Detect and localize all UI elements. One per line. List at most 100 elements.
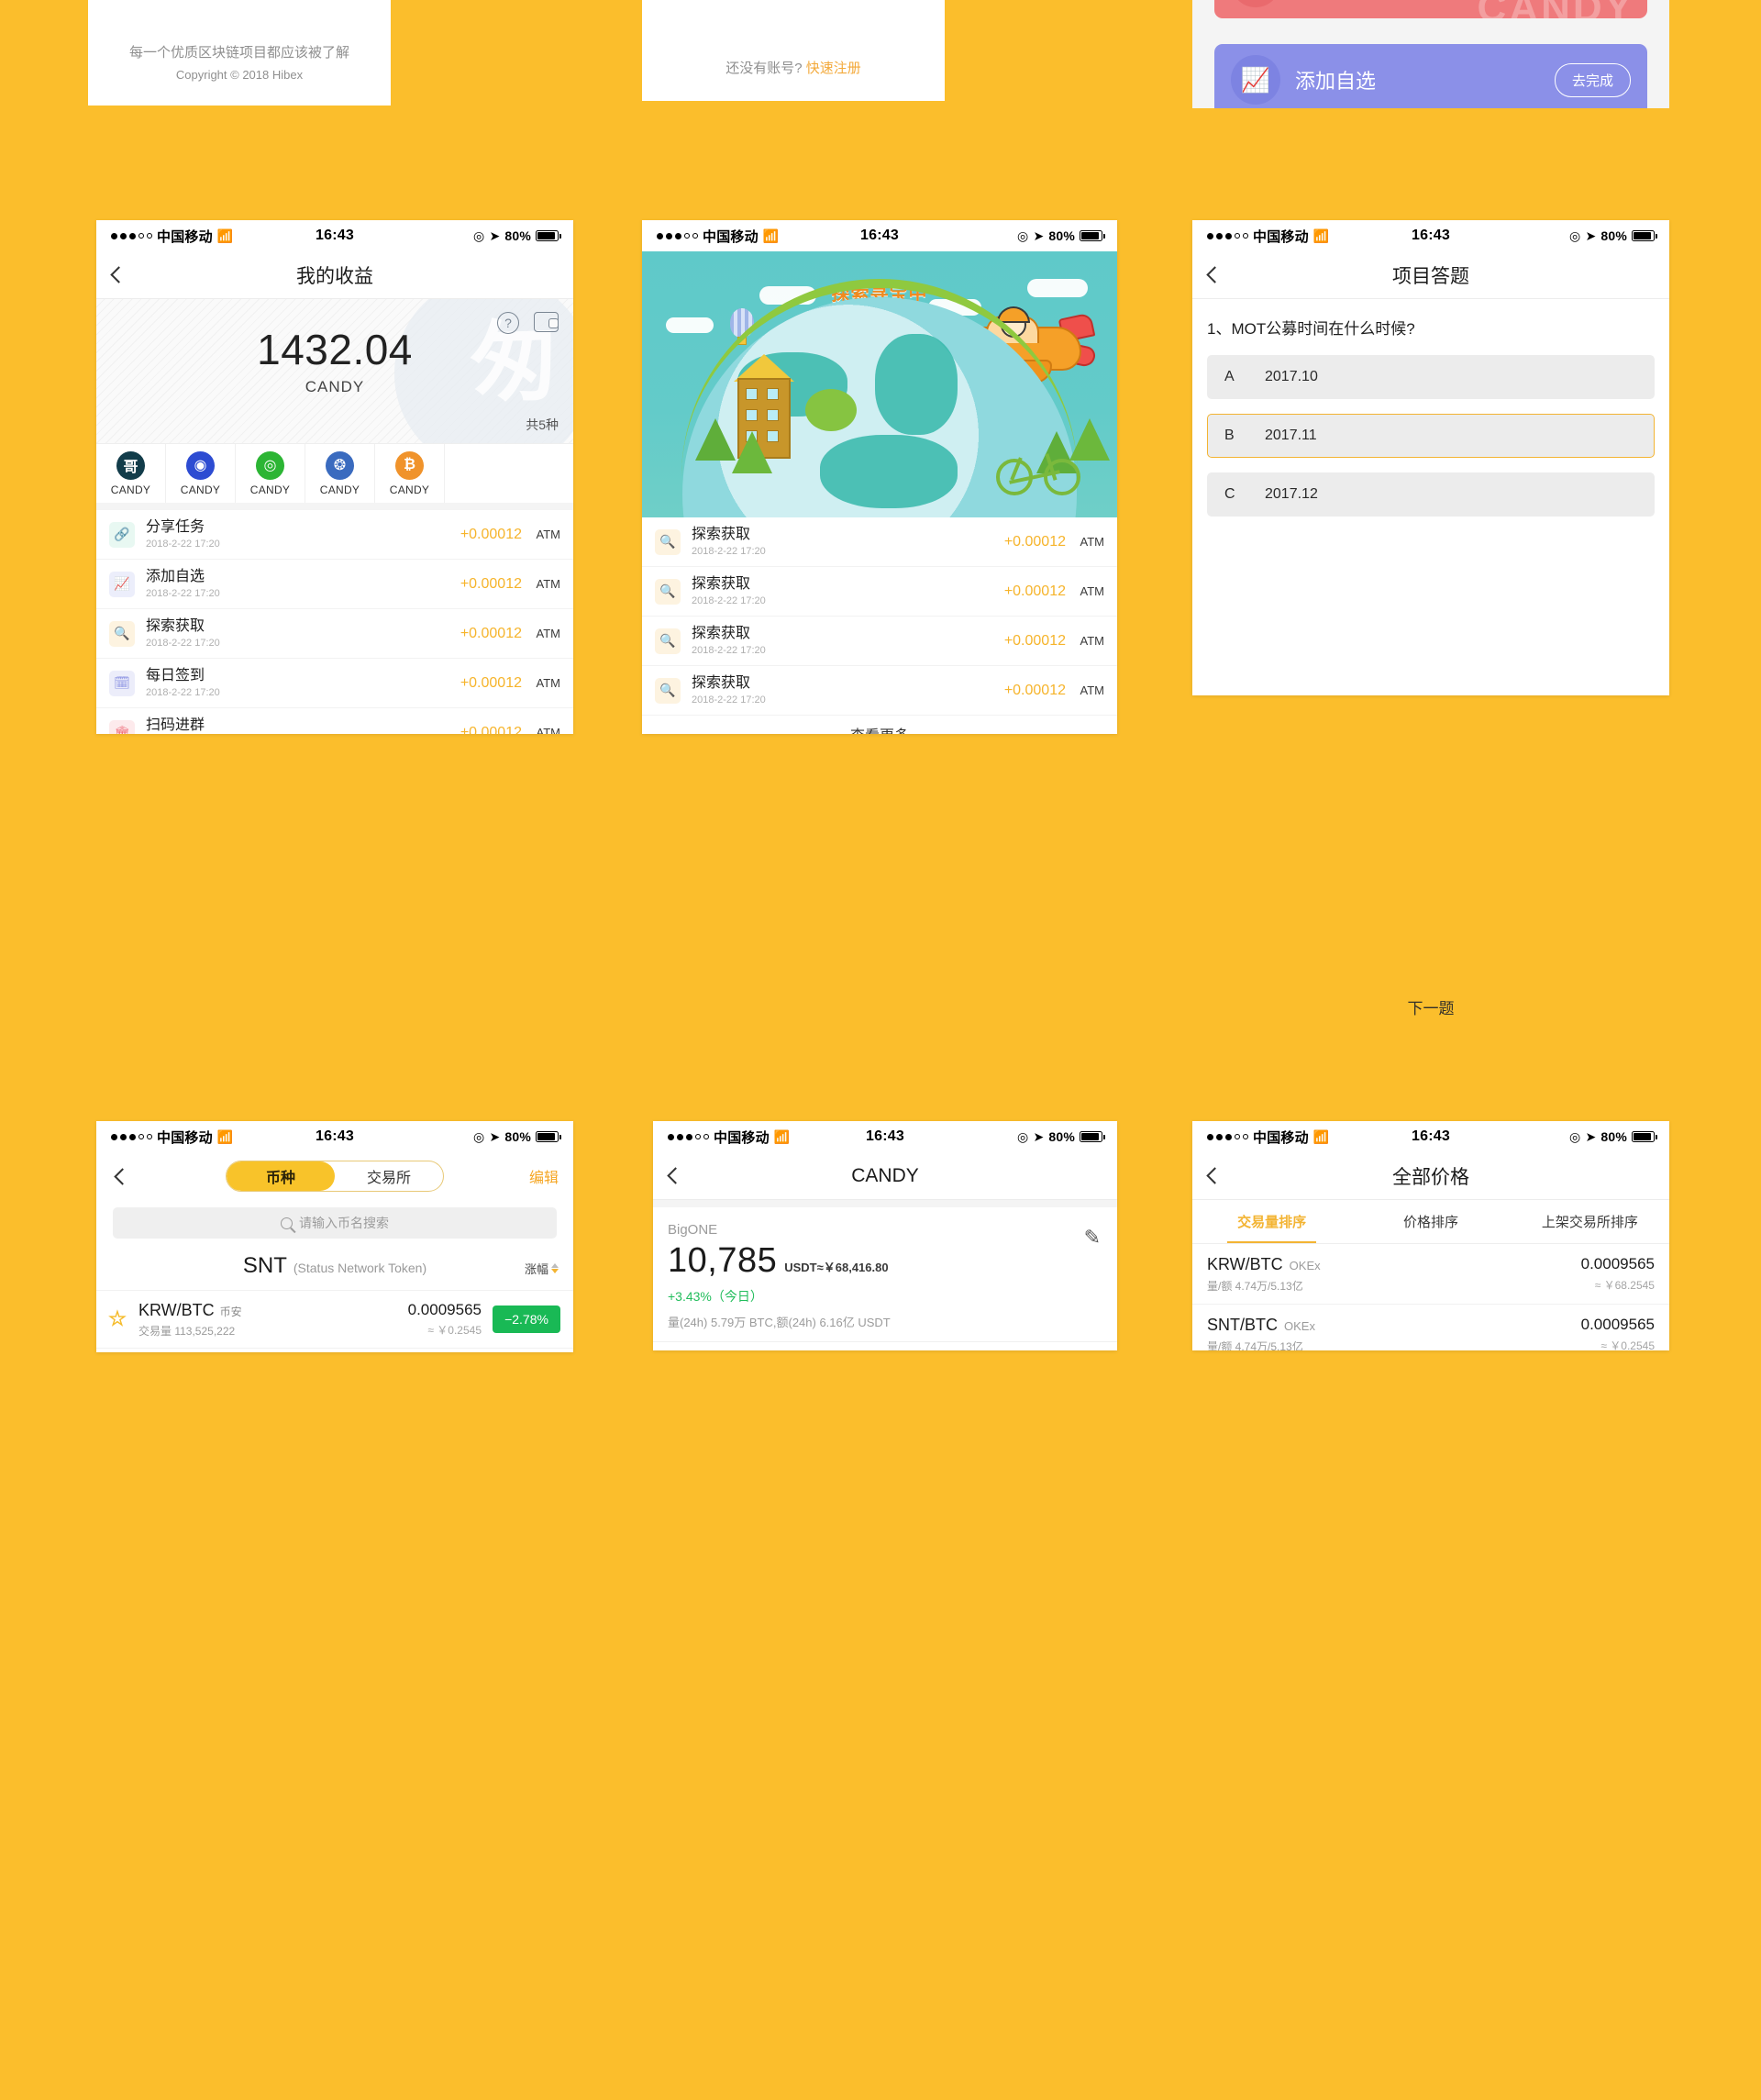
coin-chip[interactable]: ◎ CANDY [236,444,305,503]
task-row[interactable]: 🏛扫码进群2018-2-22 17:20+0.00012ATM [96,708,573,734]
segmented-control[interactable]: 币种 交易所 [226,1161,444,1192]
footer-copyright: Copyright © 2018 Hibex [175,68,304,82]
chart-note-icon: 📈 [109,571,135,597]
back-button[interactable] [653,1167,697,1184]
quiz-option-a[interactable]: A 2017.10 [1207,355,1655,399]
segment-exchange[interactable]: 交易所 [335,1161,443,1191]
back-button[interactable] [1192,1167,1236,1184]
exchange-label: 币安 [219,1305,242,1318]
back-button[interactable] [96,266,140,283]
signal-dots-icon [111,232,152,239]
signal-dots-icon [1207,232,1248,239]
carrier-label: 中国移动 [714,1129,770,1146]
price-row[interactable]: SNT/BTC OKEx 量/额 4.74万/5.13亿 0.0009565 ≈ ￥0.… [1192,1305,1669,1350]
quiz-option-c[interactable]: C 2017.12 [1207,472,1655,517]
explore-record-row[interactable]: 🔍 探索获取 2018-2-22 17:20 +0.00012 ATM [642,666,1117,716]
quiz-screen: 中国移动 📶 16:43 ◎ ➤ 80% 项目答题 1、MOT公募时间在什么时候… [1192,220,1669,695]
task-name: 分享任务 [146,518,205,535]
coin-label: CANDY [319,483,360,496]
chart-note-icon: 📈 [1231,55,1280,105]
explore-hero-illustration: 探索寻宝中 11:59:59 [642,251,1117,517]
signal-dots-icon [657,232,698,239]
task-card-tianjia[interactable]: 📈 添加自选 去完成 [1214,44,1647,108]
market-row[interactable]: ★ KRW/BTC 币安 交易量 113,525,222 0.0009565 ≈ ￥0.2… [96,1290,573,1348]
sort-arrows-icon [551,1263,559,1273]
login-card: 还没有账号? 快速注册 [642,0,945,101]
status-bar: 中国移动 📶 16:43 ◎ ➤ 80% [642,220,1117,251]
coin-icon: ₿ [395,450,424,480]
next-question-button[interactable]: 下一题 [1192,995,1669,1018]
task-row[interactable]: 🔍 探索获取 2018-2-22 17:20 +0.00012 ATM [96,609,573,659]
edit-button[interactable]: 编辑 [529,1165,573,1187]
chevron-left-icon [1205,266,1224,283]
task-currency: ATM [536,726,560,734]
search-placeholder: 请输入币名搜索 [299,1216,389,1230]
lock-icon: ◎ [1569,228,1581,243]
coin-heading: SNT (Status Network Token) 涨幅 [96,1248,573,1290]
view-more-button[interactable]: 查看更多 [642,716,1117,734]
clock: 16:43 [866,1128,904,1144]
market-row-list: ★ KRW/BTC 币安 交易量 113,525,222 0.0009565 ≈ ￥0.2… [96,1290,573,1352]
lock-icon: ◎ [473,1128,485,1144]
task-card-lingma[interactable]: CANDY 🏛 领码进群 去完成 [1214,0,1647,18]
clock: 16:43 [1412,228,1450,243]
balance-count-label: 共5种 [526,417,559,432]
task-currency: ATM [536,676,560,690]
tab-sort-price[interactable]: 价格排序 [1351,1200,1510,1243]
sort-label: 涨幅 [524,1262,548,1276]
search-input[interactable]: 请输入币名搜索 [113,1207,557,1239]
explore-record-row[interactable]: 🔍 探索获取 2018-2-22 17:20 +0.00012 ATM [642,617,1117,666]
wifi-icon: 📶 [216,1128,234,1144]
task-row[interactable]: 🗓 每日签到 2018-2-22 17:20 +0.00012 ATM [96,659,573,708]
back-button[interactable] [100,1167,144,1185]
task-row[interactable]: 📈 添加自选 2018-2-22 17:20 +0.00012 ATM [96,560,573,609]
coin-label: CANDY [389,483,430,496]
all-prices-row-list: KRW/BTC OKEx 量/额 4.74万/5.13亿 0.0009565 ≈ ￥68… [1192,1244,1669,1350]
carrier-label: 中国移动 [703,228,759,245]
market-row[interactable]: ★SNT/BTC币安交易量 513,5250.0009565≈ ￥0.2545+… [96,1348,573,1352]
lock-icon: ◎ [1017,1128,1029,1144]
location-icon: ➤ [1033,1128,1045,1144]
task-currency: ATM [536,627,560,640]
sort-by-change-button[interactable]: 涨幅 [525,1260,559,1277]
favorite-star-icon[interactable]: ★ [108,1309,129,1328]
price-row[interactable]: KRW/BTC OKEx 量/额 4.74万/5.13亿 0.0009565 ≈ ￥68… [1192,1244,1669,1305]
task-amount: +0.00012 [460,625,522,641]
coin-chip[interactable]: ◉ CANDY [166,444,236,503]
chevron-left-icon [666,1167,684,1184]
volume-label: 量/额 4.74万/5.13亿 [1207,1339,1303,1351]
explore-record-row[interactable]: 🔍 探索获取 2018-2-22 17:20 +0.00012 ATM [642,567,1117,617]
task-row[interactable]: 🔗 分享任务 2018-2-22 17:20 +0.00012 ATM [96,510,573,560]
price-change: +3.43%（今日） [668,1289,763,1304]
coin-label: CANDY [180,483,221,496]
edit-pencil-icon[interactable]: ✎ [1084,1226,1101,1250]
doc-search-icon: 🔍 [655,578,681,605]
task-amount: +0.00012 [460,674,522,691]
task-amount: +0.00012 [460,575,522,592]
cny-label: ≈ ￥68.2545 [1594,1279,1655,1292]
tab-sort-exchange[interactable]: 上架交易所排序 [1511,1200,1669,1243]
signal-dots-icon [1207,1133,1248,1140]
coin-chip[interactable]: 哥 CANDY [96,444,166,503]
segment-coin[interactable]: 币种 [227,1161,335,1191]
earnings-task-list: 🔗 分享任务 2018-2-22 17:20 +0.00012 ATM 📈 添加自选 2018… [96,510,573,734]
bicycle-icon [996,448,1080,495]
coin-chip[interactable]: ₿ CANDY [375,444,445,503]
calendar-check-icon: 🗓 [109,670,135,696]
coin-chip[interactable]: ❂ CANDY [305,444,375,503]
coin-icon: ❂ [326,450,354,480]
coin-strip[interactable]: 哥 CANDY ◉ CANDY ◎ CANDY ❂ CANDY ₿ CANDY [96,444,573,510]
record-currency: ATM [1080,634,1104,648]
chevron-left-icon [113,1167,131,1185]
quick-register-link[interactable]: 快速注册 [806,61,861,76]
cny-label: ≈ ￥0.2545 [427,1324,482,1337]
nav-bar: 我的收益 [96,251,573,299]
tab-sort-volume[interactable]: 交易量排序 [1192,1200,1351,1243]
back-button[interactable] [1192,266,1236,283]
explore-record-row[interactable]: 🔍 探索获取 2018-2-22 17:20 +0.00012 ATM [642,517,1117,567]
record-date: 2018-2-22 17:20 [692,694,766,706]
quiz-option-b[interactable]: B 2017.11 [1207,414,1655,458]
task-card-action-button[interactable]: 去完成 [1554,62,1631,97]
option-text: 2017.11 [1265,428,1317,443]
volume-label: 量/额 4.74万/5.13亿 [1207,1279,1303,1293]
